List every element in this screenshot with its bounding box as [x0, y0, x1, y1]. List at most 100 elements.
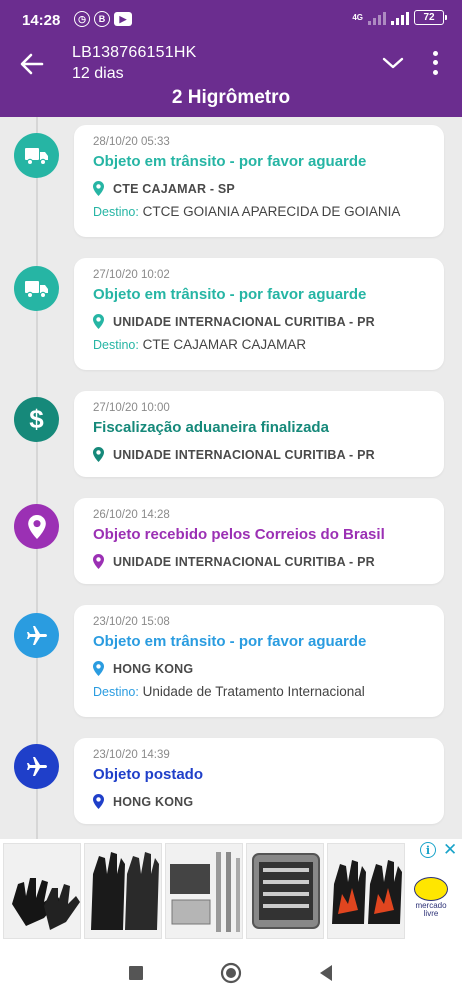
event-location-text: HONG KONG — [113, 794, 194, 809]
mercado-livre-logo[interactable] — [414, 877, 448, 901]
event-status: Objeto em trânsito - por favor aguarde — [93, 153, 367, 170]
back-button[interactable] — [18, 50, 46, 78]
location-pin-icon — [93, 554, 104, 569]
flame-gloves-image — [332, 860, 402, 924]
signal-2-icon — [391, 11, 409, 25]
truck-icon — [24, 280, 48, 298]
ad-info-icon[interactable]: i — [420, 842, 436, 858]
event-location-text: UNIDADE INTERNACIONAL CURITIBA - PR — [113, 554, 375, 569]
circle-icon — [220, 962, 242, 984]
ad-banner: i ✕ mercado livre — [0, 839, 462, 947]
system-navigation-bar — [0, 947, 462, 1000]
arrow-left-icon — [20, 53, 44, 75]
ad-product-knife-case[interactable] — [246, 843, 324, 939]
event-icon-badge: $ — [14, 397, 59, 442]
knife-case-image — [252, 853, 320, 929]
event-location: CTE CAJAMAR - SP — [93, 179, 444, 198]
event-date: 27/10/20 10:00 — [93, 402, 170, 414]
location-pin-icon — [93, 314, 104, 329]
event-location: UNIDADE INTERNACIONAL CURITIBA - PR — [93, 445, 444, 464]
event-icon-badge — [14, 504, 59, 549]
page-title: 2 Higrômetro — [171, 87, 291, 108]
system-icons: 4G 72 — [352, 10, 447, 25]
chevron-down-icon — [382, 57, 404, 69]
alarm-icon: ◷ — [74, 11, 90, 27]
event-status: Objeto postado — [93, 766, 203, 783]
event-date: 26/10/20 14:28 — [93, 509, 170, 521]
event-card[interactable]: 27/10/20 10:00 Fiscalização aduaneira fi… — [74, 391, 444, 477]
event-icon-badge — [14, 266, 59, 311]
days-count: 12 dias — [72, 65, 124, 82]
signal-icon — [368, 11, 386, 25]
ad-product-bbq-set[interactable] — [165, 843, 243, 939]
event-date: 23/10/20 14:39 — [93, 749, 170, 761]
event-location-text: CTE CAJAMAR - SP — [113, 181, 235, 196]
battery-icon: 72 — [414, 10, 447, 25]
youtube-icon: ▶ — [114, 12, 132, 26]
airplane-icon — [26, 756, 47, 776]
expand-button[interactable] — [380, 52, 406, 74]
event-location-text: UNIDADE INTERNACIONAL CURITIBA - PR — [113, 314, 375, 329]
event-icon-badge — [14, 613, 59, 658]
event-location: UNIDADE INTERNACIONAL CURITIBA - PR — [93, 552, 444, 571]
event-status: Objeto em trânsito - por favor aguarde — [93, 633, 367, 650]
ad-product-heat-gloves[interactable] — [84, 843, 162, 939]
truck-icon — [24, 147, 48, 165]
dollar-icon: $ — [29, 404, 44, 434]
ad-close-icon[interactable]: ✕ — [443, 840, 457, 860]
notification-icons: ◷ B ▶ — [74, 11, 132, 27]
status-bar: 14:28 ◷ B ▶ 4G 72 — [0, 0, 462, 40]
event-destination: Destino: CTE CAJAMAR CAJAMAR — [93, 337, 444, 356]
destination-label: Destino: — [93, 205, 139, 219]
event-card[interactable]: 26/10/20 14:28 Objeto recebido pelos Cor… — [74, 498, 444, 584]
event-date: 28/10/20 05:33 — [93, 136, 170, 148]
event-card[interactable]: 23/10/20 14:39 Objeto postado HONG KONG — [74, 738, 444, 824]
status-time: 14:28 — [22, 12, 61, 29]
event-icon-badge — [14, 744, 59, 789]
more-dot — [432, 51, 438, 57]
location-pin-icon — [93, 447, 104, 462]
airplane-icon — [26, 625, 47, 645]
event-status: Objeto recebido pelos Correios do Brasil — [93, 526, 385, 543]
tracking-code: LB138766151HK — [72, 44, 197, 61]
location-pin-icon — [27, 514, 46, 539]
event-card[interactable]: 23/10/20 15:08 Objeto em trânsito - por … — [74, 605, 444, 717]
more-dot — [432, 60, 438, 66]
location-pin-icon — [93, 661, 104, 676]
location-pin-icon — [93, 181, 104, 196]
destination-value: CTE CAJAMAR CAJAMAR — [142, 337, 307, 352]
triangle-back-icon — [320, 965, 332, 981]
mercado-livre-text: mercado livre — [415, 901, 447, 918]
square-icon — [129, 966, 143, 980]
event-card[interactable]: 28/10/20 05:33 Objeto em trânsito - por … — [74, 125, 444, 237]
event-location: HONG KONG — [93, 792, 444, 811]
network-type: 4G — [352, 12, 363, 22]
destination-label: Destino: — [93, 338, 139, 352]
event-destination: Destino: CTCE GOIANIA APARECIDA DE GOIAN… — [93, 204, 444, 223]
black-gloves-image — [12, 878, 80, 930]
notification-b-icon: B — [94, 11, 110, 27]
event-status: Fiscalização aduaneira finalizada — [93, 419, 329, 436]
event-date: 23/10/20 15:08 — [93, 616, 170, 628]
event-destination: Destino: Unidade de Tratamento Internaci… — [93, 684, 444, 703]
event-icon-badge — [14, 133, 59, 178]
ad-product-gloves[interactable] — [3, 843, 81, 939]
more-dot — [432, 69, 438, 75]
heat-resistant-gloves-image — [91, 852, 159, 930]
destination-label: Destino: — [93, 685, 139, 699]
tracking-timeline: 28/10/20 05:33 Objeto em trânsito - por … — [0, 117, 462, 839]
app-bar: LB138766151HK 12 dias 2 Higrômetro — [0, 40, 462, 117]
ad-product-bbq-gloves[interactable] — [327, 843, 405, 939]
event-location-text: UNIDADE INTERNACIONAL CURITIBA - PR — [113, 447, 375, 462]
recents-button[interactable] — [124, 961, 148, 985]
event-location: HONG KONG — [93, 659, 444, 678]
timeline-line — [36, 117, 38, 839]
back-nav-button[interactable] — [314, 961, 338, 985]
destination-value: CTCE GOIANIA APARECIDA DE GOIANIA — [142, 204, 401, 219]
more-options-button[interactable] — [424, 49, 446, 77]
event-location-text: HONG KONG — [113, 661, 194, 676]
location-pin-icon — [93, 794, 104, 809]
event-location: UNIDADE INTERNACIONAL CURITIBA - PR — [93, 312, 444, 331]
home-button[interactable] — [219, 961, 243, 985]
event-card[interactable]: 27/10/20 10:02 Objeto em trânsito - por … — [74, 258, 444, 370]
